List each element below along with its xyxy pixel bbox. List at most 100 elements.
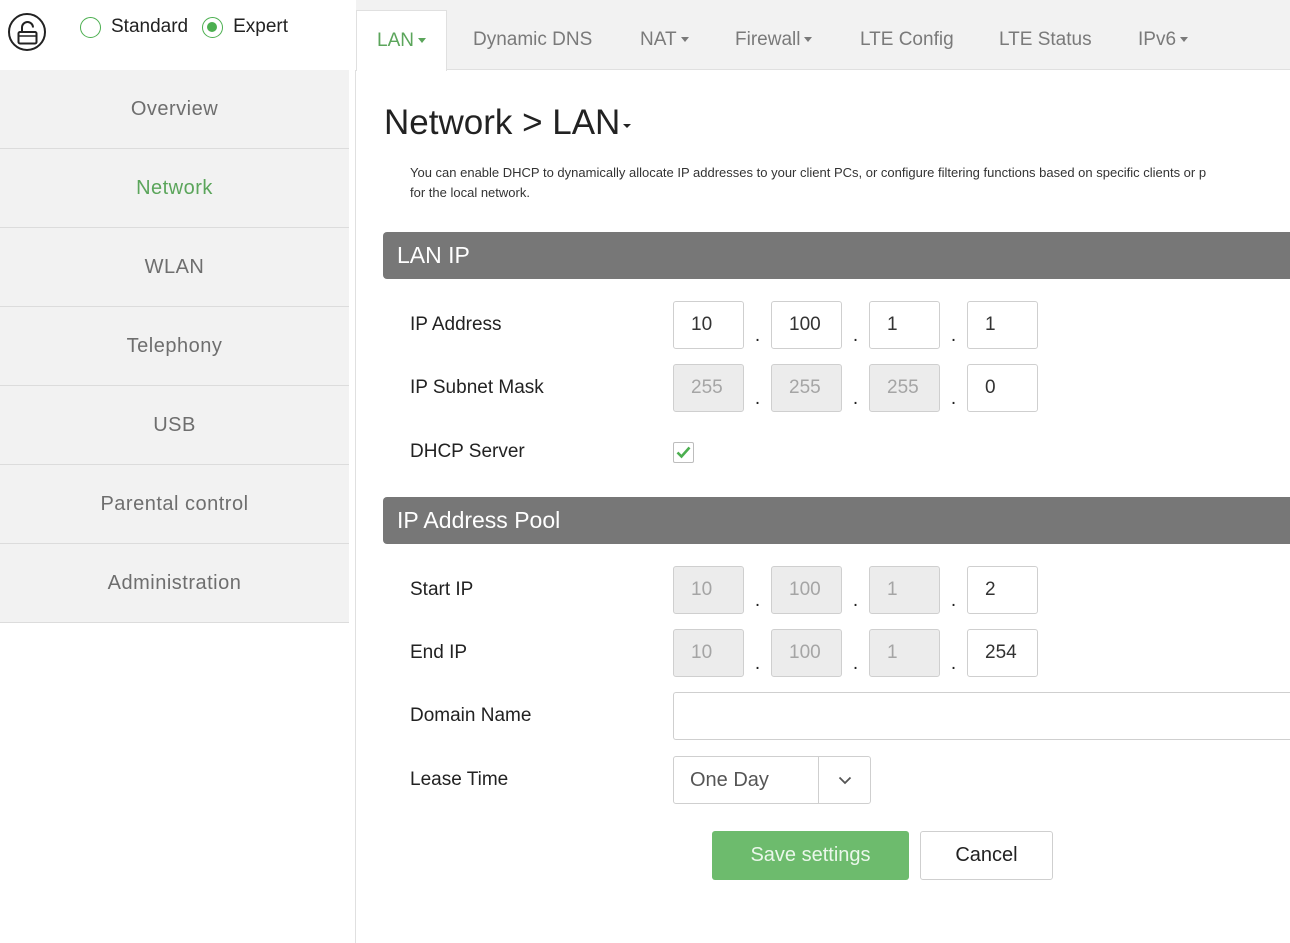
radio-checked-icon [202,16,224,38]
octet-separator: . [852,325,859,346]
start-ip-label: Start IP [410,579,474,600]
ip-address-octet-3[interactable]: 1 [869,301,940,349]
lease-time-row: Lease Time One Day [410,756,871,804]
mode-standard-radio[interactable]: Standard [80,16,188,38]
start-ip-octet-4[interactable]: 2 [967,566,1038,614]
tab-label: LTE Config [860,29,954,50]
section-header-ip-pool: IP Address Pool [383,497,1290,544]
sidebar-item-usb[interactable]: USB [0,386,349,465]
tab-label: Dynamic DNS [473,29,593,50]
radio-unchecked-icon [80,16,101,38]
tab-label: Firewall [735,29,801,50]
subnet-mask-octet-1: 255 [673,364,744,412]
sidebar-item-label: USB [153,413,196,436]
lease-time-select[interactable]: One Day [673,756,871,804]
sidebar-item-network[interactable]: Network [0,149,349,228]
main-content: Network > LAN You can enable DHCP to dyn… [356,71,1290,943]
dhcp-server-checkbox[interactable] [673,441,694,463]
octet-separator: . [754,590,761,611]
lease-time-value: One Day [690,768,769,791]
page-description-line: for the local network. [410,185,530,200]
mode-bar: Standard Expert [0,0,350,70]
domain-name-input[interactable] [673,692,1290,740]
page-description-line: You can enable DHCP to dynamically alloc… [410,165,1207,180]
subnet-mask-octet-2: 255 [771,364,842,412]
sidebar-item-label: Parental control [100,492,249,515]
cancel-button[interactable]: Cancel [920,831,1053,880]
ip-address-input-group: 10 . 100 . 1 . 1 [673,301,1038,349]
subnet-mask-octet-3: 255 [869,364,940,412]
sidebar-item-label: Administration [107,571,242,594]
caret-down-icon [417,37,426,43]
tab-bar: LAN Dynamic DNS NAT Firewall LTE Config … [356,0,1290,71]
tab-nat[interactable]: NAT [640,10,689,70]
tab-lte-config[interactable]: LTE Config [860,10,954,70]
sidebar-item-label: WLAN [144,255,205,278]
end-ip-octet-3: 1 [869,629,940,677]
tab-ipv6[interactable]: IPv6 [1138,10,1189,70]
section-title: LAN IP [397,242,470,268]
octet-separator: . [852,590,859,611]
sidebar-item-wlan[interactable]: WLAN [0,228,349,307]
page-title-text: Network > LAN [384,103,621,142]
sidebar-item-label: Network [136,176,213,199]
caret-down-icon[interactable] [623,124,632,128]
ip-address-row: IP Address 10 . 100 . 1 . 1 [410,301,1038,349]
end-ip-label: End IP [410,642,468,663]
octet-separator: . [950,388,957,409]
sidebar-item-telephony[interactable]: Telephony [0,307,349,386]
mode-standard-label: Standard [111,16,189,37]
chevron-down-icon[interactable] [818,757,870,803]
sidebar-item-label: Telephony [126,334,223,357]
start-ip-octet-1: 10 [673,566,744,614]
caret-down-icon [1180,36,1189,42]
start-ip-octet-3: 1 [869,566,940,614]
octet-separator: . [852,388,859,409]
tab-dynamic-dns[interactable]: Dynamic DNS [473,10,592,70]
domain-name-label: Domain Name [410,705,532,726]
tab-label: NAT [640,29,677,50]
sidebar-item-label: Overview [130,97,219,120]
ip-address-octet-2[interactable]: 100 [771,301,842,349]
tab-label: IPv6 [1138,29,1177,50]
subnet-mask-label: IP Subnet Mask [410,377,544,398]
ip-address-label: IP Address [410,314,502,335]
octet-separator: . [754,388,761,409]
ip-address-octet-1[interactable]: 10 [673,301,744,349]
octet-separator: . [852,653,859,674]
start-ip-row: Start IP 10 . 100 . 1 . 2 [410,566,1038,614]
tab-label: LAN [377,30,414,51]
save-settings-button[interactable]: Save settings [712,831,909,880]
end-ip-input-group: 10 . 100 . 1 . 254 [673,629,1038,677]
caret-down-icon [804,36,813,42]
section-title: IP Address Pool [397,507,561,533]
dhcp-server-row: DHCP Server [410,428,694,476]
subnet-mask-octet-4[interactable]: 0 [967,364,1038,412]
lease-time-label: Lease Time [410,769,509,790]
ip-address-octet-4[interactable]: 1 [967,301,1038,349]
octet-separator: . [950,590,957,611]
lock-icon[interactable] [8,13,46,51]
sidebar-item-administration[interactable]: Administration [0,544,349,623]
mode-expert-radio[interactable]: Expert [202,16,288,38]
tab-firewall[interactable]: Firewall [735,10,813,70]
mode-radio-group: Standard Expert [80,16,302,38]
sidebar: Overview Network WLAN Telephony USB Pare… [0,70,349,623]
subnet-mask-row: IP Subnet Mask 255 . 255 . 255 . 0 [410,364,1038,412]
start-ip-input-group: 10 . 100 . 1 . 2 [673,566,1038,614]
end-ip-octet-2: 100 [771,629,842,677]
octet-separator: . [754,653,761,674]
end-ip-octet-4[interactable]: 254 [967,629,1038,677]
octet-separator: . [950,653,957,674]
mode-expert-label: Expert [233,16,289,37]
page-title: Network > LAN [384,103,632,143]
dhcp-server-label: DHCP Server [410,441,525,462]
tab-label: LTE Status [999,29,1092,50]
octet-separator: . [950,325,957,346]
sidebar-item-overview[interactable]: Overview [0,70,349,149]
tab-lte-status[interactable]: LTE Status [999,10,1092,70]
checkmark-icon [676,446,691,458]
sidebar-item-parental-control[interactable]: Parental control [0,465,349,544]
tab-lan[interactable]: LAN [356,10,447,71]
subnet-mask-input-group: 255 . 255 . 255 . 0 [673,364,1038,412]
